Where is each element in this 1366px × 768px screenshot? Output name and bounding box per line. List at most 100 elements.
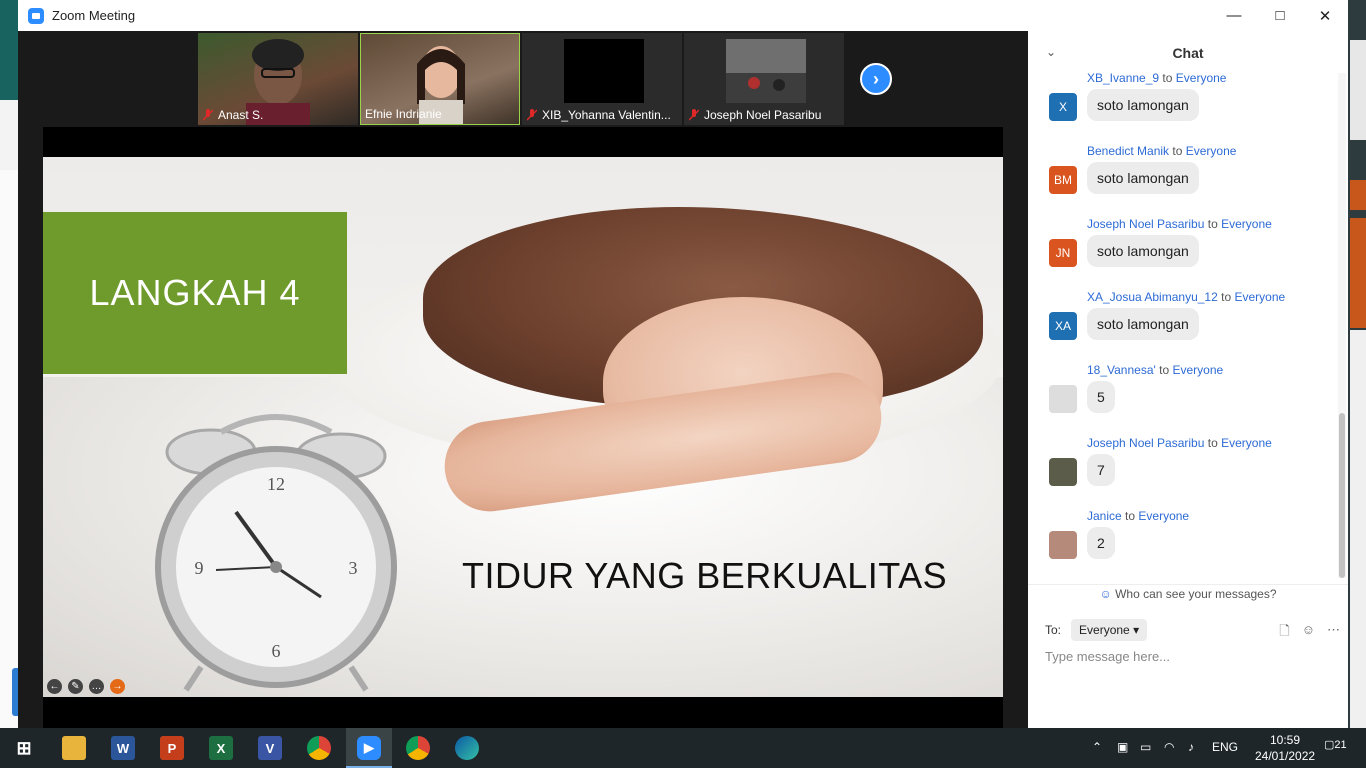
sender-name[interactable]: Benedict Manik xyxy=(1087,144,1169,158)
sender-name[interactable]: Joseph Noel Pasaribu xyxy=(1087,436,1204,450)
message-bubble[interactable]: soto lamongan xyxy=(1087,308,1199,340)
zoom-logo-icon xyxy=(28,7,44,24)
to-word: to xyxy=(1162,71,1173,85)
slide-controls: ← ✎ … → xyxy=(47,679,125,694)
recipient-name[interactable]: Everyone xyxy=(1221,217,1272,231)
system-clock[interactable]: 10:59 24/01/2022 xyxy=(1255,732,1315,764)
powerpoint-icon[interactable]: P xyxy=(160,736,184,760)
avatar: XA xyxy=(1049,312,1077,340)
device-icon[interactable]: ▣ xyxy=(1117,740,1128,754)
file-icon[interactable]: 🗋 xyxy=(1279,622,1289,644)
message-bubble[interactable]: soto lamongan xyxy=(1087,162,1199,194)
participant-tile[interactable]: Joseph Noel Pasaribu xyxy=(684,33,844,125)
message-bubble[interactable]: 7 xyxy=(1087,454,1115,486)
shared-slide: LANGKAH 4 12 3 6 9 TIDUR YANG BERKUALITA xyxy=(43,157,1003,697)
who-can-see-messages-link[interactable]: ☺ Who can see your messages? xyxy=(1028,584,1348,601)
windows-start-icon[interactable]: ⊞ xyxy=(12,736,36,760)
sender-name[interactable]: Joseph Noel Pasaribu xyxy=(1087,217,1204,231)
recipient-name[interactable]: Everyone xyxy=(1234,290,1285,304)
avatar: X xyxy=(1049,93,1077,121)
message-sender-line: Joseph Noel Pasaribu to Everyone xyxy=(1087,436,1272,450)
participant-name: Efnie Indrianie xyxy=(365,107,442,121)
chat-message: BM Benedict Manik to Everyone soto lamonga… xyxy=(1028,144,1336,217)
participant-video-off xyxy=(564,39,644,103)
notification-center-icon[interactable]: ▢21 xyxy=(1324,738,1347,758)
chat-title: Chat xyxy=(1172,45,1204,61)
participant-tile-active-speaker[interactable]: Efnie Indrianie xyxy=(360,33,520,125)
file-explorer-icon[interactable] xyxy=(62,736,86,760)
battery-icon[interactable]: ▭ xyxy=(1140,740,1151,754)
excel-icon[interactable]: X xyxy=(209,736,233,760)
next-slide-icon[interactable]: → xyxy=(110,679,125,694)
edge-icon[interactable] xyxy=(455,736,479,760)
participant-name: XIB_Yohanna Valentin... xyxy=(542,108,671,122)
next-participants-button[interactable]: › xyxy=(860,63,892,95)
svg-text:9: 9 xyxy=(195,558,204,578)
maximize-button[interactable]: □ xyxy=(1257,0,1303,31)
message-sender-line: Benedict Manik to Everyone xyxy=(1087,144,1236,158)
alarm-clock-image: 12 3 6 9 xyxy=(155,414,397,692)
previous-slide-icon[interactable]: ← xyxy=(47,679,62,694)
recipient-name[interactable]: Everyone xyxy=(1186,144,1237,158)
message-bubble[interactable]: 2 xyxy=(1087,527,1115,559)
message-bubble[interactable]: 5 xyxy=(1087,381,1115,413)
sender-name[interactable]: 18_Vannesa' xyxy=(1087,363,1156,377)
chat-header: ⌄ Chat xyxy=(1028,31,1348,75)
message-bubble[interactable]: soto lamongan xyxy=(1087,235,1199,267)
chat-panel: ⌄ Chat X XB_Ivanne_9 to Everyone soto lamo… xyxy=(1028,31,1348,728)
zoom-taskbar-icon[interactable]: ▶ xyxy=(357,736,381,760)
to-word: to xyxy=(1159,363,1170,377)
more-options-icon[interactable]: … xyxy=(89,679,104,694)
to-word: to xyxy=(1207,436,1218,450)
chrome-icon[interactable] xyxy=(307,736,331,760)
to-label: To: xyxy=(1045,623,1062,637)
chevron-up-icon[interactable]: ⌃ xyxy=(1092,740,1102,754)
participant-tile[interactable]: Anast S. xyxy=(198,33,358,125)
participant-name: Joseph Noel Pasaribu xyxy=(704,108,822,122)
word-icon[interactable]: W xyxy=(111,736,135,760)
chrome-profile-icon[interactable] xyxy=(406,736,430,760)
visio-icon[interactable]: V xyxy=(258,736,282,760)
sender-name[interactable]: XA_Josua Abimanyu_12 xyxy=(1087,290,1218,304)
participant-tile[interactable]: XIB_Yohanna Valentin... xyxy=(522,33,682,125)
message-bubble[interactable]: soto lamongan xyxy=(1087,89,1199,121)
language-indicator[interactable]: ENG xyxy=(1212,740,1238,754)
taskbar: ⊞ W P X V ▶ ⌃ ▣ ▭ ◠ ♪ ENG 10:59 24/01/20… xyxy=(0,728,1366,768)
slide-heading: LANGKAH 4 xyxy=(89,272,301,313)
recipient-name[interactable]: Everyone xyxy=(1173,363,1224,377)
sender-name[interactable]: XB_Ivanne_9 xyxy=(1087,71,1159,85)
avatar xyxy=(1049,458,1077,486)
window-title: Zoom Meeting xyxy=(52,8,136,23)
volume-icon[interactable]: ♪ xyxy=(1188,740,1194,754)
svg-text:12: 12 xyxy=(267,474,285,494)
recipient-name[interactable]: Everyone xyxy=(1176,71,1227,85)
more-icon[interactable]: ⋯ xyxy=(1327,622,1340,644)
minimize-button[interactable]: — xyxy=(1211,0,1257,31)
avatar xyxy=(1049,531,1077,559)
recipient-dropdown[interactable]: Everyone ▾ xyxy=(1071,619,1148,641)
message-sender-line: XA_Josua Abimanyu_12 to Everyone xyxy=(1087,290,1285,304)
chevron-down-icon: ▾ xyxy=(1133,623,1140,637)
sender-name[interactable]: Janice xyxy=(1087,509,1122,523)
zoom-meeting-window: Zoom Meeting — □ ✕ Anast S. Efnie Indria… xyxy=(18,0,1348,728)
screen-share-top-bar xyxy=(43,127,1003,157)
wifi-icon[interactable]: ◠ xyxy=(1164,740,1174,754)
recipient-name[interactable]: Everyone xyxy=(1221,436,1272,450)
person-icon: ☺ xyxy=(1099,587,1112,601)
chat-message: XA XA_Josua Abimanyu_12 to Everyone soto l… xyxy=(1028,290,1336,363)
pen-tool-icon[interactable]: ✎ xyxy=(68,679,83,694)
chat-message: Janice to Everyone 2 xyxy=(1028,509,1336,581)
emoji-icon[interactable]: ☺ xyxy=(1302,622,1315,644)
avatar xyxy=(1049,385,1077,413)
close-button[interactable]: ✕ xyxy=(1302,0,1348,31)
chat-message-input[interactable]: Type message here... xyxy=(1045,649,1170,664)
recipient-name[interactable]: Everyone xyxy=(1138,509,1189,523)
message-sender-line: 18_Vannesa' to Everyone xyxy=(1087,363,1223,377)
chat-message-list[interactable]: X XB_Ivanne_9 to Everyone soto lamongan BM B… xyxy=(1028,71,1336,581)
avatar: BM xyxy=(1049,166,1077,194)
message-sender-line: Janice to Everyone xyxy=(1087,509,1189,523)
chat-message: JN Joseph Noel Pasaribu to Everyone soto l… xyxy=(1028,217,1336,290)
chat-message: 18_Vannesa' to Everyone 5 xyxy=(1028,363,1336,436)
chat-scrollbar[interactable] xyxy=(1338,73,1346,578)
desktop-background-right xyxy=(1348,0,1366,728)
